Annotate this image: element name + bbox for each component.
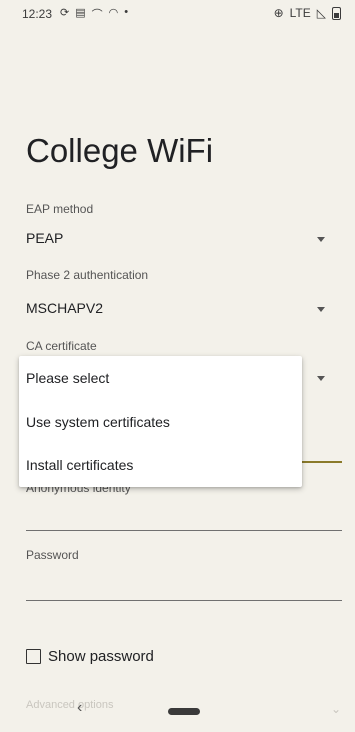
status-right: ⊕ LTE ◺ <box>274 6 341 20</box>
battery-icon <box>332 6 341 20</box>
menu-item-install-certificates[interactable]: Install certificates <box>26 457 133 473</box>
cloud-icon: ⌒ <box>91 9 103 21</box>
phase2-chevron-down-icon[interactable] <box>317 307 325 312</box>
eap-method-label: EAP method <box>26 202 94 216</box>
network-type: LTE <box>289 6 311 20</box>
status-time: 12:23 <box>22 7 53 21</box>
show-password-row[interactable]: Show password <box>26 648 154 665</box>
ca-certificate-chevron-down-icon[interactable] <box>317 376 325 381</box>
sync-icon: ⟳ <box>60 7 70 19</box>
password-field[interactable] <box>26 600 342 601</box>
back-nav-icon[interactable]: ‹ <box>77 699 82 717</box>
signal-icon: ◺ <box>316 6 326 20</box>
eap-method-chevron-down-icon[interactable] <box>317 237 325 242</box>
menu-item-use-system-certificates[interactable]: Use system certificates <box>26 414 170 430</box>
phase2-label: Phase 2 authentication <box>26 268 149 282</box>
show-password-checkbox[interactable] <box>26 649 41 664</box>
bottom-area: Advanced options ⌄ ‹ <box>0 690 355 732</box>
ca-certificate-dropdown-menu: Please select Use system certificates In… <box>19 356 302 487</box>
password-label: Password <box>26 548 79 562</box>
menu-item-please-select[interactable]: Please select <box>26 370 109 386</box>
eap-method-value[interactable]: PEAP <box>26 230 63 246</box>
home-nav-handle[interactable] <box>168 708 200 715</box>
anonymous-identity-field[interactable] <box>26 530 342 531</box>
ca-certificate-label: CA certificate <box>26 339 97 353</box>
page-title: College WiFi <box>26 132 214 169</box>
advanced-options-chevron-down-icon[interactable]: ⌄ <box>331 702 341 716</box>
wifi-icon: ◠ <box>108 7 119 19</box>
show-password-label: Show password <box>48 648 154 665</box>
data-saver-icon: ⊕ <box>273 6 284 20</box>
advanced-options-label[interactable]: Advanced options <box>26 699 113 711</box>
dot-icon: • <box>124 6 129 18</box>
status-bar: 12:23 ⟳ ▤ ⌒ ◠ • ⊕ LTE ◺ <box>0 0 355 28</box>
screencast-icon: ▤ <box>75 7 86 19</box>
phase2-value[interactable]: MSCHAPV2 <box>26 300 103 316</box>
status-left-icons: ⟳ ▤ ⌒ ◠ • <box>60 6 128 22</box>
